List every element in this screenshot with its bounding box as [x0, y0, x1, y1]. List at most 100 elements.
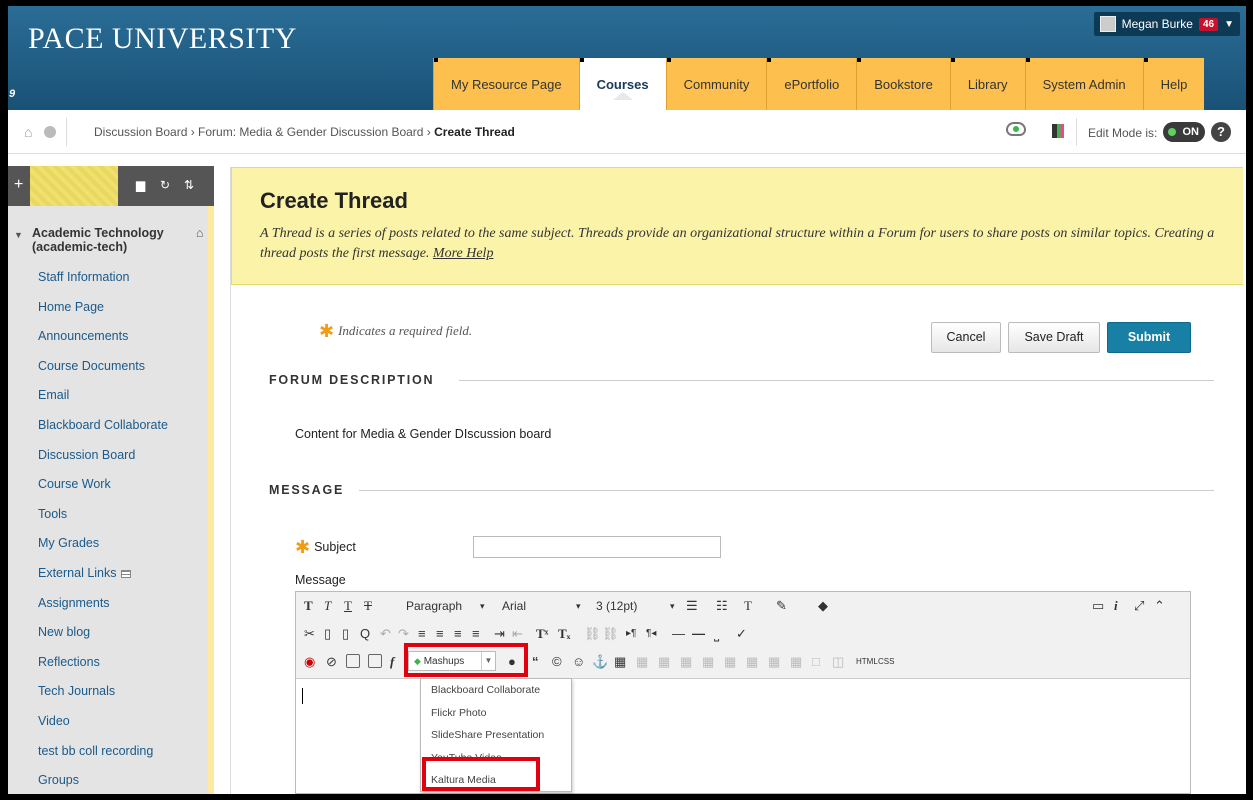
emoticon-icon[interactable]: ☺ — [572, 653, 585, 671]
table-split-icon[interactable]: ▦ — [768, 653, 780, 671]
home-icon[interactable]: ⌂ — [196, 226, 204, 240]
sidebar-item-blackboard-collaborate[interactable]: Blackboard Collaborate — [8, 411, 208, 441]
sidebar-item-home-page[interactable]: Home Page — [8, 293, 208, 323]
find-icon[interactable]: Q — [360, 625, 370, 643]
collapse-icon[interactable]: ▼ — [14, 228, 23, 242]
link-icon[interactable]: ⛓ — [584, 625, 601, 643]
sidebar-item-announcements[interactable]: Announcements — [8, 322, 208, 352]
table-merge-icon[interactable]: ▦ — [790, 653, 802, 671]
refresh-icon[interactable]: ↻ — [160, 178, 170, 192]
font-select[interactable]: Arial — [502, 597, 526, 615]
bullet-list-icon[interactable]: ☰ — [686, 597, 698, 615]
collapse-toolbar-icon[interactable]: ⌃ — [1154, 597, 1165, 615]
highlight-icon[interactable]: ✎ — [776, 597, 787, 615]
table-icon[interactable]: ▦ — [614, 653, 626, 671]
table-row-after-icon[interactable]: ▦ — [658, 653, 670, 671]
tab-community[interactable]: Community — [665, 58, 767, 110]
italic-icon[interactable]: T — [324, 597, 331, 615]
save-draft-button[interactable]: Save Draft — [1008, 322, 1100, 353]
justify-icon[interactable]: ≡ — [472, 625, 480, 643]
paste-icon[interactable]: ▯ — [342, 625, 349, 643]
menu-item-slideshare-presentation[interactable]: SlideShare Presentation — [421, 724, 571, 747]
blockquote-icon[interactable]: “ — [532, 653, 539, 671]
sidebar-item-discussion-board[interactable]: Discussion Board — [8, 441, 208, 471]
text-color-icon[interactable]: T — [744, 597, 752, 615]
bold-icon[interactable]: T — [304, 597, 313, 615]
align-left-icon[interactable]: ≡ — [418, 625, 426, 643]
copy-icon[interactable]: ▯ — [324, 625, 331, 643]
formula-icon[interactable]: f — [390, 653, 394, 671]
sidebar-item-course-work[interactable]: Course Work — [8, 470, 208, 500]
copyright-icon[interactable]: © — [552, 653, 562, 671]
sidebar-item-groups[interactable]: Groups — [8, 766, 208, 794]
indent-icon[interactable]: ⇥ — [494, 625, 505, 643]
strikethrough-icon[interactable]: T — [364, 597, 372, 615]
help-icon[interactable]: ? — [1211, 122, 1231, 142]
chevron-down-icon[interactable]: ▾ — [480, 597, 485, 615]
chevron-down-icon[interactable]: ▾ — [670, 597, 675, 615]
university-logo[interactable]: PACE UNIVERSITY — [28, 22, 297, 56]
table-props-icon[interactable]: □ — [812, 653, 820, 671]
table-col-after-icon[interactable]: ▦ — [724, 653, 736, 671]
tab-system-admin[interactable]: System Admin — [1024, 58, 1143, 110]
table-cell-icon[interactable]: ◫ — [832, 653, 844, 671]
table-col-before-icon[interactable]: ▦ — [702, 653, 714, 671]
chevron-down-icon[interactable]: ▾ — [576, 597, 581, 615]
subject-input[interactable] — [473, 536, 721, 558]
student-preview-icon[interactable] — [1006, 122, 1026, 136]
table-delete-row-icon[interactable]: ▦ — [680, 653, 692, 671]
outdent-icon[interactable]: ⇤ — [512, 625, 523, 643]
menu-item-flickr-photo[interactable]: Flickr Photo — [421, 702, 571, 725]
nonbreaking-space-icon[interactable]: ⎵ — [714, 625, 719, 643]
insert-image-icon[interactable] — [346, 654, 360, 668]
horizontal-line-icon[interactable]: — — [692, 625, 705, 643]
eraser-icon[interactable]: ◆ — [818, 597, 828, 615]
cut-icon[interactable]: ✂ — [304, 625, 315, 643]
course-title[interactable]: ▼ Academic Technology (academic-tech) ⌂ — [14, 226, 204, 254]
chevron-down-icon[interactable] — [44, 126, 56, 138]
sidebar-item-course-documents[interactable]: Course Documents — [8, 352, 208, 382]
subscript-icon[interactable]: Tₓ — [558, 625, 570, 643]
redo-icon[interactable]: ↷ — [398, 625, 409, 643]
tab-help[interactable]: Help — [1142, 58, 1205, 110]
size-select[interactable]: 3 (12pt) — [596, 597, 637, 615]
user-menu[interactable]: Megan Burke 46 ▼ — [1093, 12, 1240, 36]
info-icon[interactable]: i — [1114, 597, 1118, 615]
superscript-icon[interactable]: Tˣ — [536, 625, 548, 643]
cancel-button[interactable]: Cancel — [931, 322, 1001, 353]
add-icon[interactable]: + — [14, 176, 23, 194]
sidebar-item-new-blog[interactable]: New blog — [8, 618, 208, 648]
tab-my-resource-page[interactable]: My Resource Page — [433, 58, 579, 110]
folder-view-icon[interactable]: ▆ — [136, 178, 145, 192]
more-help-link[interactable]: More Help — [433, 246, 494, 261]
unlink-icon[interactable]: ⛓ — [602, 625, 619, 643]
numbered-list-icon[interactable]: ☷ — [716, 597, 728, 615]
rtl-icon[interactable]: ¶◂ — [646, 625, 656, 643]
submit-button[interactable]: Submit — [1107, 322, 1191, 353]
tab-bookstore[interactable]: Bookstore — [856, 58, 950, 110]
breadcrumb-path[interactable]: Discussion Board › Forum: Media & Gender… — [94, 125, 434, 139]
horizontal-rule-icon[interactable]: — — [672, 625, 685, 643]
notification-badge[interactable]: 46 — [1198, 17, 1219, 31]
home-icon[interactable]: ⌂ — [24, 124, 32, 140]
table-delete-col-icon[interactable]: ▦ — [746, 653, 758, 671]
sidebar-item-staff-information[interactable]: Staff Information — [8, 263, 208, 293]
sidebar-item-reflections[interactable]: Reflections — [8, 648, 208, 678]
undo-icon[interactable]: ↶ — [380, 625, 391, 643]
sort-icon[interactable]: ⇅ — [184, 178, 194, 192]
edit-mode-toggle[interactable]: ON — [1163, 122, 1205, 142]
sidebar-item-video[interactable]: Video — [8, 707, 208, 737]
preview-icon[interactable]: ▭ — [1092, 597, 1104, 615]
tab-library[interactable]: Library — [949, 58, 1025, 110]
align-right-icon[interactable]: ≡ — [454, 625, 462, 643]
sidebar-item-test-bb-coll-recording[interactable]: test bb coll recording — [8, 737, 208, 767]
menu-item-blackboard-collaborate[interactable]: Blackboard Collaborate — [421, 679, 571, 702]
sidebar-item-email[interactable]: Email — [8, 381, 208, 411]
sidebar-item-tools[interactable]: Tools — [8, 500, 208, 530]
sidebar-item-assignments[interactable]: Assignments — [8, 589, 208, 619]
bookmark-icon[interactable] — [1052, 124, 1064, 138]
attach-file-icon[interactable]: ⊘ — [326, 653, 337, 671]
fullscreen-icon[interactable]: ⤢ — [1134, 597, 1144, 615]
html-button[interactable]: HTML — [856, 653, 878, 671]
ltr-icon[interactable]: ▸¶ — [626, 625, 636, 643]
